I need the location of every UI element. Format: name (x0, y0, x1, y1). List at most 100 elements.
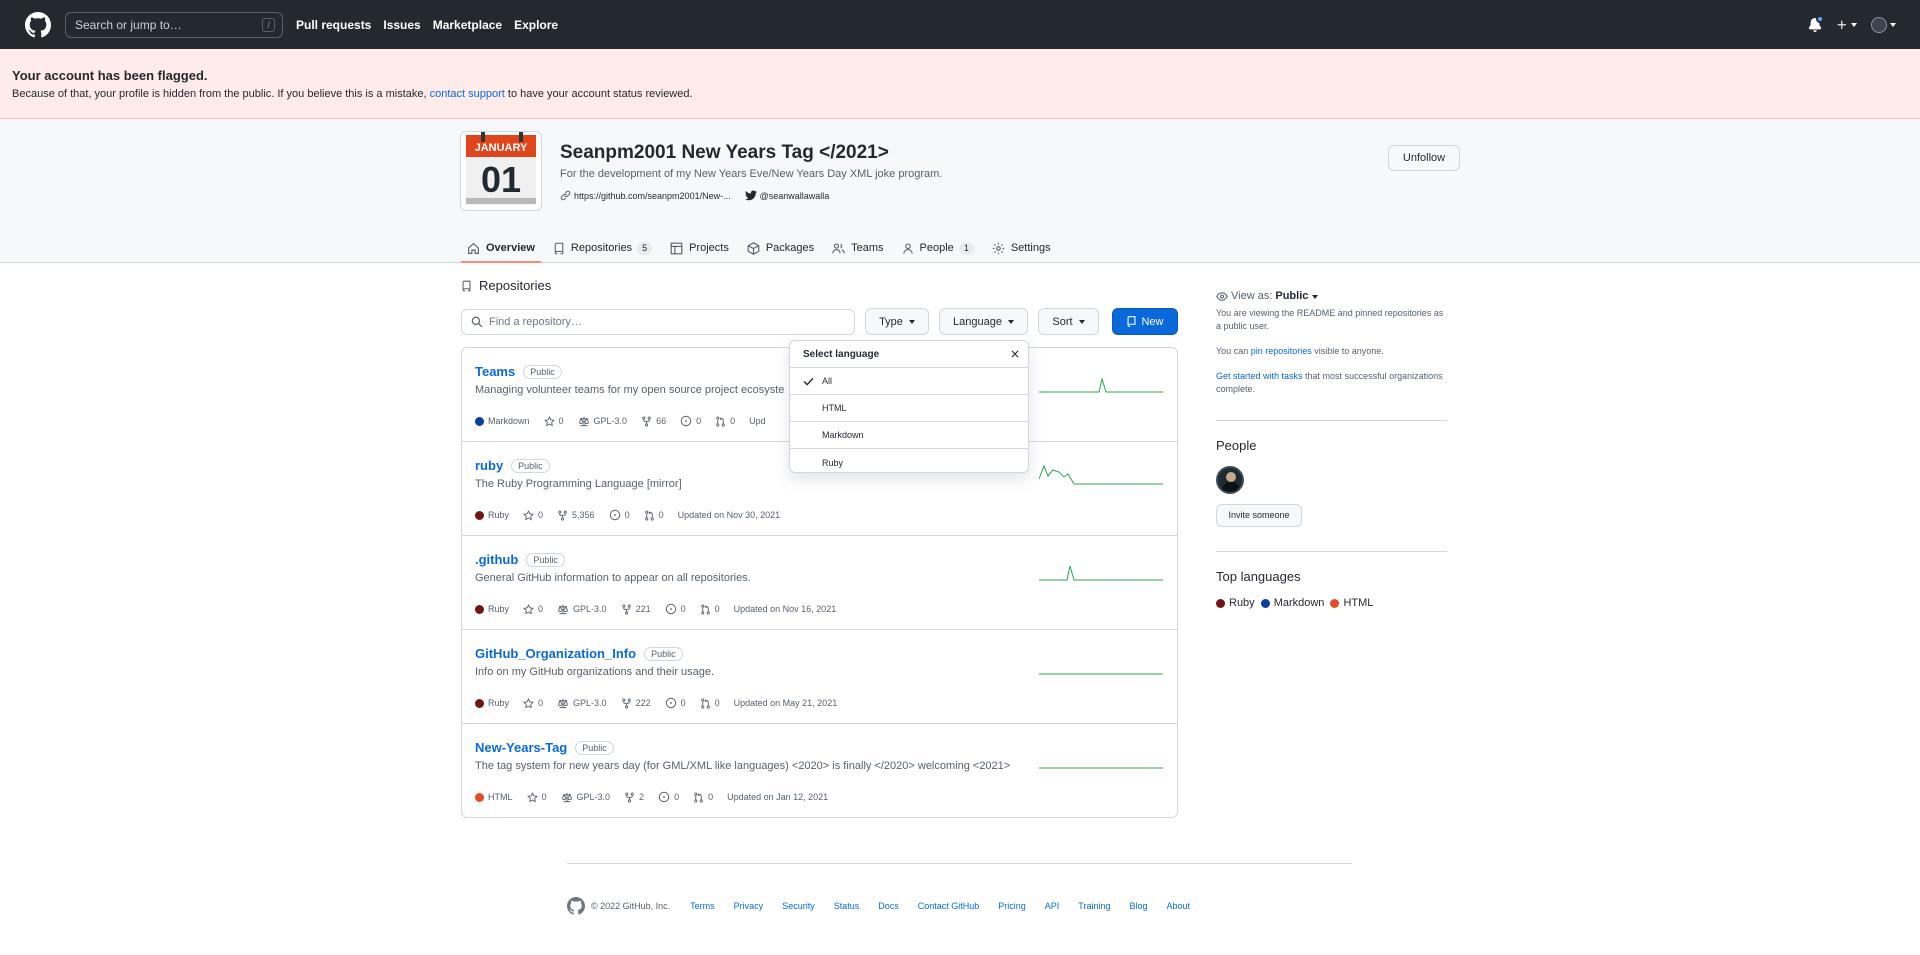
repo-name-link[interactable]: GitHub_Organization_Info (475, 646, 636, 661)
header-nav: Pull requests Issues Marketplace Explore (296, 18, 570, 32)
footer-link-terms[interactable]: Terms (690, 901, 715, 911)
user-menu[interactable] (1871, 16, 1896, 33)
tab-teams[interactable]: Teams (826, 234, 889, 262)
repo-description: Info on my GitHub organizations and thei… (475, 666, 715, 678)
top-language-item[interactable]: Ruby (1216, 597, 1255, 610)
footer-link-privacy[interactable]: Privacy (734, 901, 764, 911)
repo-pull-requests[interactable]: 0 (693, 792, 713, 803)
nav-explore[interactable]: Explore (514, 18, 558, 32)
tab-settings[interactable]: Settings (986, 234, 1057, 262)
repo-issues[interactable]: 0 (665, 603, 686, 615)
org-website[interactable]: https://github.com/seanpm2001/New-... (560, 190, 731, 201)
repositories-title: Repositories (479, 278, 552, 293)
tab-packages[interactable]: Packages (741, 234, 820, 262)
repo-stars[interactable]: 0 (526, 791, 547, 803)
nav-marketplace[interactable]: Marketplace (433, 18, 502, 32)
repo-stars-count: 0 (538, 604, 544, 614)
view-as-toggle[interactable]: View as: Public (1216, 290, 1447, 303)
notifications-button[interactable] (1808, 14, 1824, 32)
repo-language-text: Ruby (488, 604, 510, 614)
create-new-menu[interactable] (1836, 19, 1857, 31)
repo-issues[interactable]: 0 (665, 697, 686, 709)
people-heading: People (1216, 438, 1257, 453)
repo-stars[interactable]: 0 (523, 603, 544, 615)
footer-link-docs[interactable]: Docs (878, 901, 899, 911)
repo-issues-count: 0 (624, 510, 630, 520)
repo-pull-requests[interactable]: 0 (700, 698, 720, 709)
close-icon[interactable] (1010, 349, 1020, 359)
language-option-markdown[interactable]: Markdown (790, 422, 1028, 449)
footer-link-api[interactable]: API (1045, 901, 1060, 911)
tab-projects[interactable]: Projects (664, 234, 735, 262)
tab-people[interactable]: People 1 (896, 234, 980, 262)
new-repository-button[interactable]: New (1112, 308, 1178, 335)
repo-stars[interactable]: 0 (543, 415, 564, 427)
org-tabs: Overview Repositories 5 Projects Package… (461, 234, 1063, 263)
repo-issues[interactable]: 0 (680, 415, 701, 427)
language-filter-button[interactable]: Language (939, 308, 1028, 335)
repo-pull-requests[interactable]: 0 (715, 416, 735, 427)
repo-forks[interactable]: 5,356 (557, 510, 595, 521)
invite-someone-button[interactable]: Invite someone (1216, 504, 1302, 527)
law-icon (558, 604, 568, 614)
pin-repositories-link[interactable]: pin repositories (1251, 346, 1312, 356)
repo-name-link[interactable]: .github (475, 552, 518, 567)
org-twitter[interactable]: @seanwallawalla (744, 190, 829, 201)
people-icon (832, 242, 845, 253)
repo-forks[interactable]: 222 (621, 698, 651, 709)
law-icon (561, 792, 572, 802)
repo-license: GPL-3.0 (561, 792, 610, 803)
tasks-text: Get started with tasks that most success… (1216, 370, 1447, 396)
github-mark-icon[interactable] (567, 897, 585, 915)
footer-link-contact[interactable]: Contact GitHub (918, 901, 980, 911)
type-filter-button[interactable]: Type (865, 308, 929, 335)
repo-forks[interactable]: 66 (641, 416, 666, 427)
nav-pull-requests[interactable]: Pull requests (296, 18, 371, 32)
unfollow-button[interactable]: Unfollow (1388, 145, 1460, 171)
repo-stars[interactable]: 0 (523, 509, 543, 521)
repo-license-text: GPL-3.0 (573, 698, 607, 708)
footer-link-security[interactable]: Security (782, 901, 815, 911)
footer-link-about[interactable]: About (1167, 901, 1191, 911)
repo-stars[interactable]: 0 (523, 697, 544, 709)
repo-stars-count: 0 (538, 698, 544, 708)
language-option-html[interactable]: HTML (790, 395, 1028, 422)
top-language-item[interactable]: HTML (1330, 597, 1373, 610)
footer-link-training[interactable]: Training (1078, 901, 1110, 911)
tab-repositories[interactable]: Repositories 5 (547, 234, 658, 262)
footer-link-status[interactable]: Status (834, 901, 860, 911)
get-started-tasks-link[interactable]: Get started with tasks (1216, 371, 1303, 381)
repo-issues[interactable]: 0 (658, 791, 679, 803)
activity-sparkline (1039, 464, 1163, 485)
repo-name-link[interactable]: Teams (475, 364, 515, 379)
contact-support-link[interactable]: contact support (430, 88, 505, 100)
repo-language: Markdown (475, 416, 530, 426)
global-search-input[interactable]: Search or jump to… / (65, 11, 283, 38)
repo-name-link[interactable]: ruby (475, 458, 503, 473)
footer-link-blog[interactable]: Blog (1129, 901, 1147, 911)
language-option-ruby[interactable]: Ruby (790, 449, 1028, 472)
github-logo-icon[interactable] (25, 11, 51, 38)
repo-forks[interactable]: 221 (621, 604, 651, 615)
member-avatar[interactable] (1216, 466, 1244, 494)
repo-forks[interactable]: 2 (624, 792, 644, 803)
footer-link-pricing[interactable]: Pricing (998, 901, 1026, 911)
fork-icon (621, 604, 631, 614)
repo-meta: Ruby 0 GPL-3.0 222 0 0 Updated on May 21… (475, 697, 851, 709)
repo-icon (554, 242, 564, 254)
find-repository-input[interactable]: Find a repository… (461, 309, 855, 335)
repo-issues-count: 0 (680, 698, 686, 708)
repo-name-link[interactable]: New-Years-Tag (475, 740, 567, 755)
repo-pull-requests[interactable]: 0 (700, 604, 720, 615)
tab-overview[interactable]: Overview (461, 234, 541, 263)
language-option-all[interactable]: All (790, 368, 1028, 395)
pull-request-icon (644, 510, 654, 520)
org-description: For the development of my New Years Eve/… (560, 168, 943, 180)
top-language-item[interactable]: Markdown (1260, 597, 1324, 610)
star-icon (543, 415, 555, 426)
repo-pull-requests[interactable]: 0 (644, 510, 664, 521)
repo-language-text: Markdown (488, 416, 530, 426)
sort-filter-button[interactable]: Sort (1038, 308, 1099, 335)
nav-issues[interactable]: Issues (383, 18, 420, 32)
repo-issues[interactable]: 0 (609, 509, 630, 521)
